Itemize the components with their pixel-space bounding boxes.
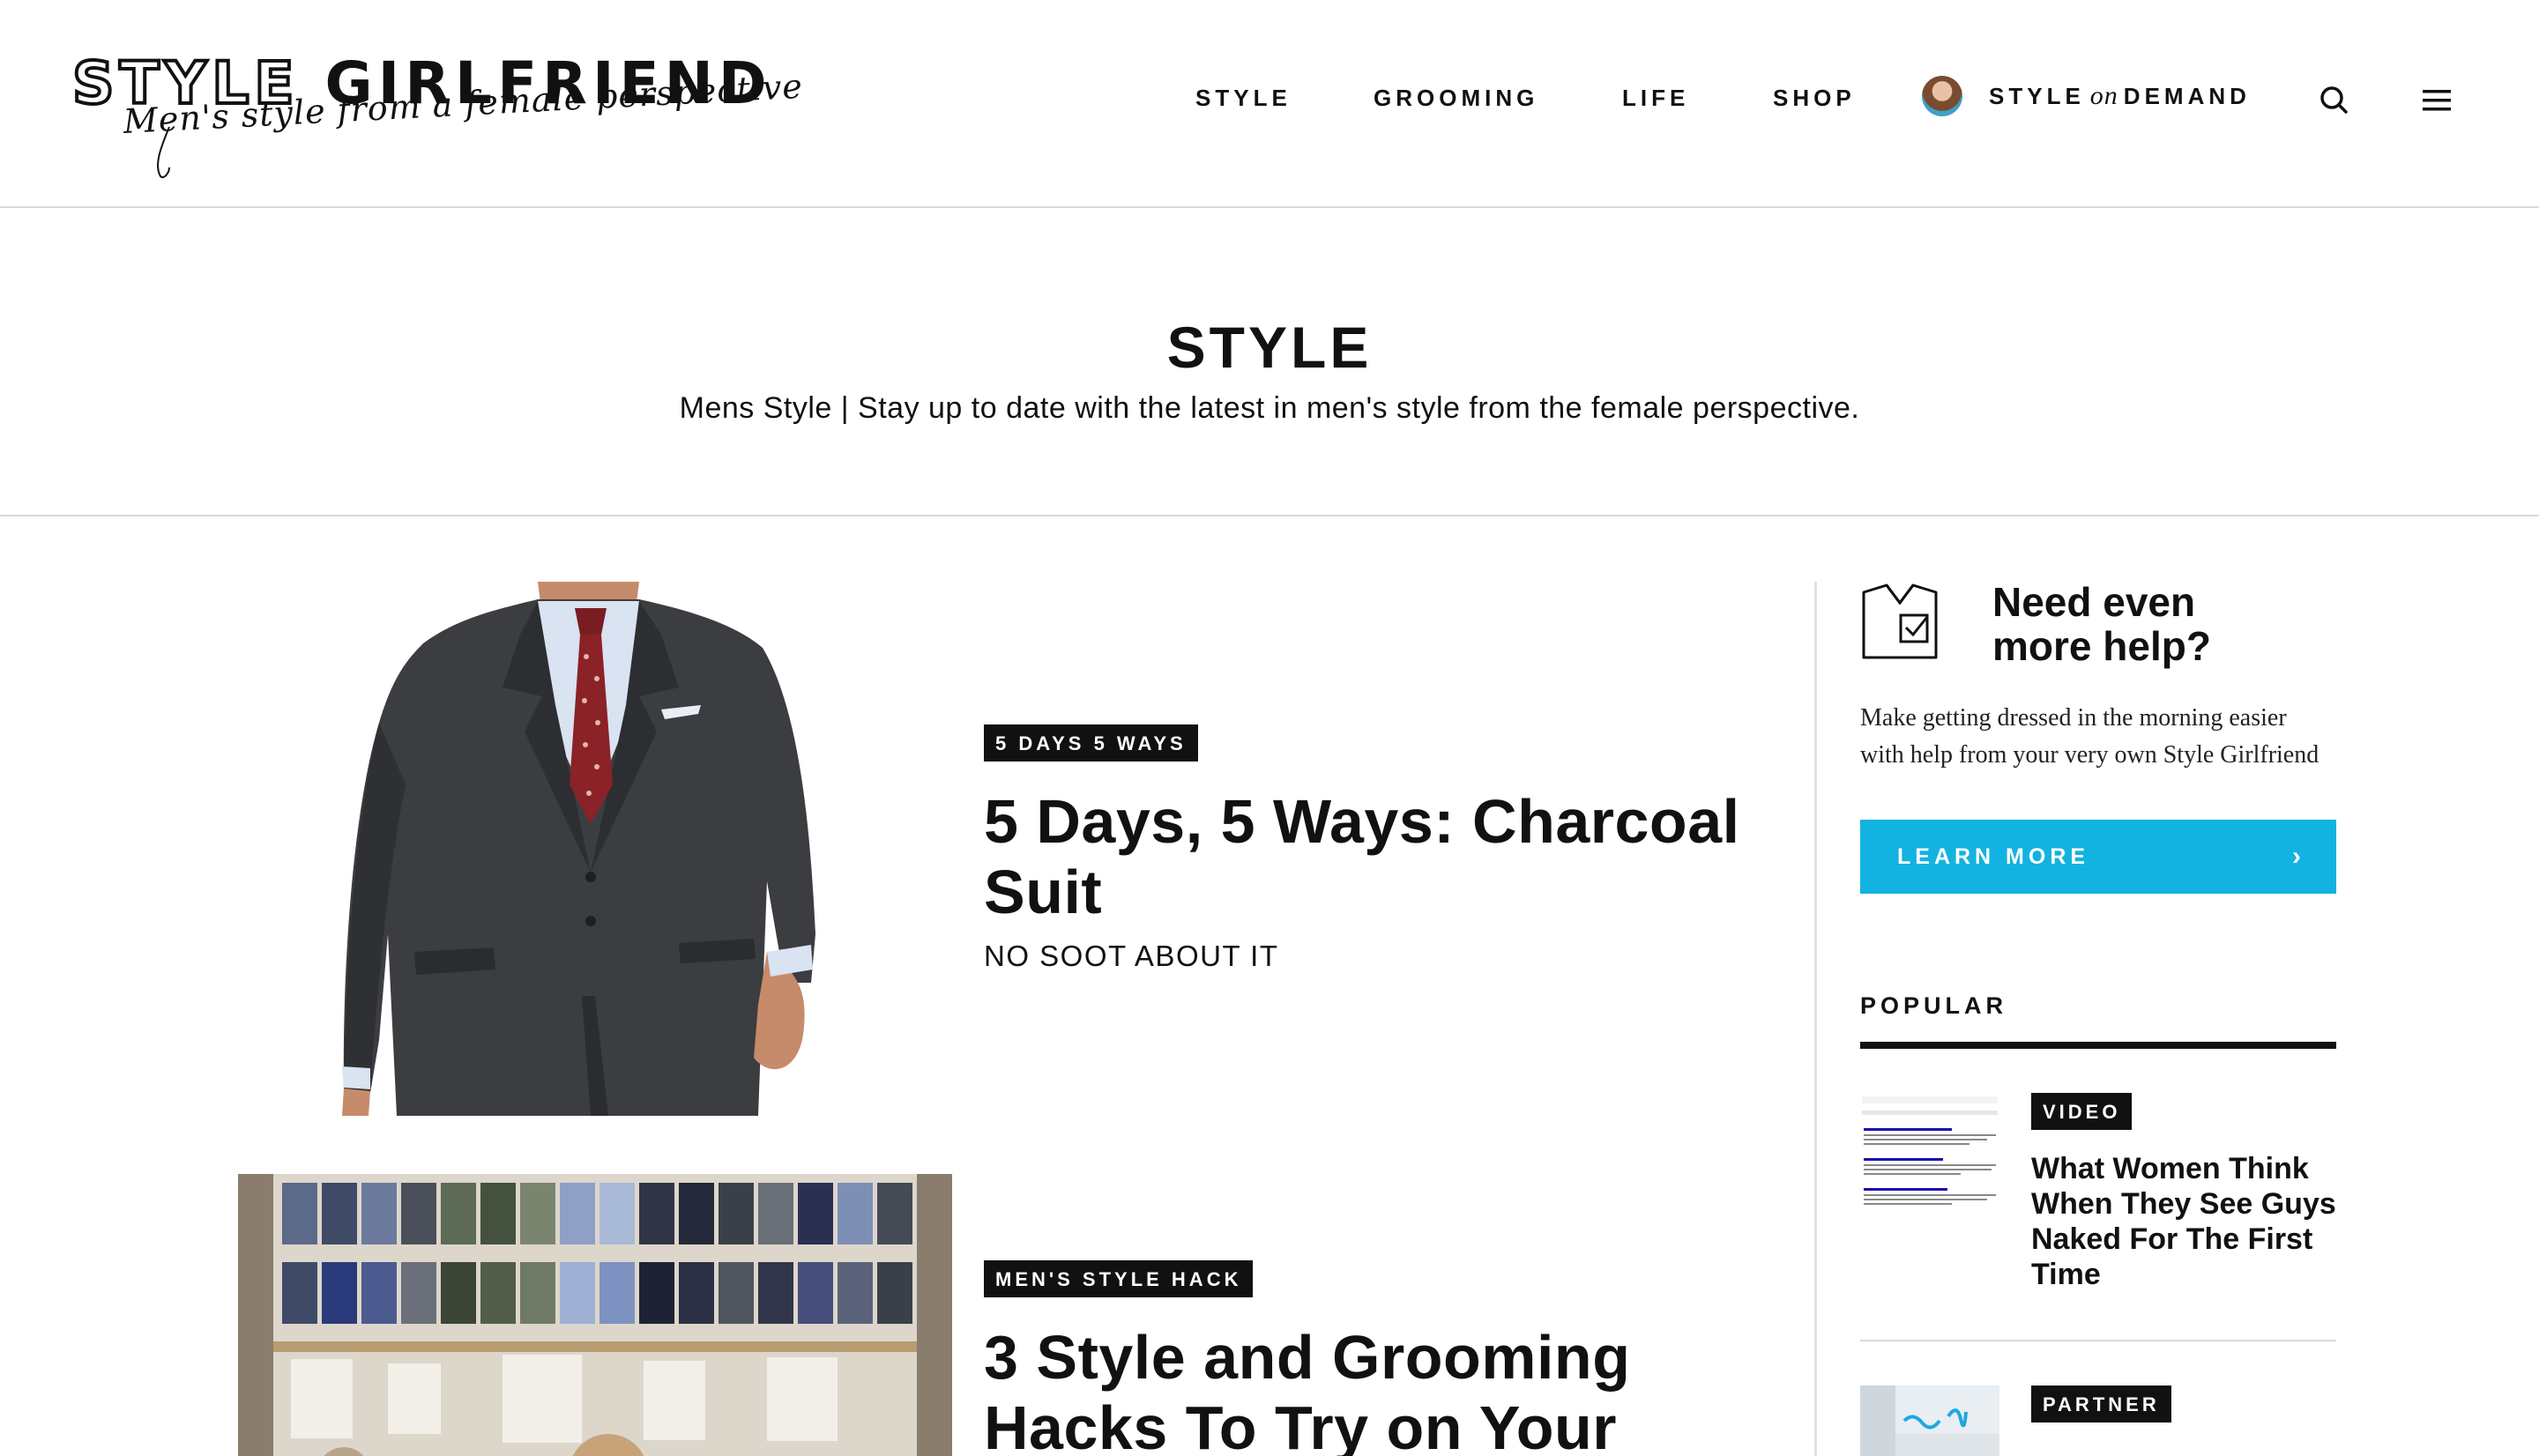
sidebar-divider — [1814, 582, 1817, 1456]
style-on-demand-label: STYLE on DEMAND — [1989, 81, 2251, 111]
partner-thumbnail — [1860, 1385, 1999, 1456]
popular-title[interactable]: What Women Think When They See Guys Nake… — [2031, 1151, 2340, 1292]
logo-swash-icon — [157, 126, 170, 178]
sod-word-on: on — [2089, 81, 2118, 110]
popular-separator — [1860, 1340, 2336, 1341]
shirt-checklist-icon — [1862, 583, 1938, 659]
site-logo[interactable]: STYLE GIRLFRIEND Men's style from a fema… — [71, 53, 804, 187]
article-card[interactable]: 5 DAYS 5 WAYS 5 Days, 5 Ways: Charcoal S… — [238, 582, 1790, 1119]
popular-body: VIDEO What Women Think When They See Guy… — [2031, 1093, 2340, 1292]
learn-more-label: LEARN MORE — [1897, 843, 2090, 869]
article-card[interactable]: MEN'S STYLE HACK 3 Style and Grooming Ha… — [238, 1174, 1790, 1456]
popular-item[interactable]: PARTNER — [1860, 1385, 2336, 1456]
article-title[interactable]: 3 Style and Grooming Hacks To Try on You… — [984, 1322, 1654, 1456]
article-image-charcoal-suit[interactable] — [238, 582, 952, 1116]
article-tag[interactable]: 5 DAYS 5 WAYS — [984, 724, 1198, 761]
article-title[interactable]: 5 Days, 5 Ways: Charcoal Suit — [984, 786, 1777, 927]
article-body: MEN'S STYLE HACK 3 Style and Grooming Ha… — [984, 1260, 1654, 1456]
nav-grooming[interactable]: GROOMING — [1374, 85, 1538, 112]
nav-shop[interactable]: SHOP — [1773, 85, 1856, 112]
chevron-right-icon: › — [2292, 842, 2301, 871]
category-header: STYLE Mens Style | Stay up to date with … — [0, 210, 2539, 516]
sod-word-demand: DEMAND — [2123, 83, 2251, 109]
nav-style[interactable]: STYLE — [1195, 85, 1292, 112]
popular-thumbnail[interactable] — [1860, 1093, 1999, 1225]
article-tag[interactable]: MEN'S STYLE HACK — [984, 1260, 1254, 1297]
popular-thumbnail[interactable] — [1860, 1385, 1999, 1456]
nav-life[interactable]: LIFE — [1622, 85, 1689, 112]
site-header: STYLE GIRLFRIEND Men's style from a fema… — [0, 0, 2539, 208]
popular-item[interactable]: VIDEO What Women Think When They See Guy… — [1860, 1093, 2336, 1304]
sod-word-style: STYLE — [1989, 83, 2085, 109]
charcoal-suit-image — [238, 582, 952, 1116]
category-title: STYLE — [1166, 315, 1373, 380]
store-shelves-image — [238, 1174, 952, 1456]
search-icon — [2320, 86, 2348, 114]
article-body: 5 DAYS 5 WAYS 5 Days, 5 Ways: Charcoal S… — [984, 724, 1777, 973]
help-text: Make getting dressed in the morning easi… — [1860, 704, 2319, 769]
popular-rule — [1860, 1042, 2336, 1049]
nav-style-on-demand[interactable]: STYLE on DEMAND — [1922, 76, 2251, 116]
stylist-avatar — [1922, 76, 1962, 116]
article-image-store-shelves[interactable] — [238, 1174, 952, 1456]
popular-tag[interactable]: PARTNER — [2031, 1385, 2171, 1423]
popular-body: PARTNER — [2031, 1385, 2340, 1444]
popular-tag[interactable]: VIDEO — [2031, 1093, 2133, 1130]
menu-button[interactable] — [2419, 85, 2454, 116]
hamburger-menu-icon — [2423, 90, 2451, 111]
category-description: Mens Style | Stay up to date with the la… — [679, 391, 1860, 425]
help-title: Need even more help? — [1992, 579, 2211, 669]
search-results-thumbnail — [1860, 1093, 1999, 1225]
popular-heading: POPULAR — [1860, 992, 2008, 1019]
search-button[interactable] — [2317, 83, 2352, 118]
learn-more-button[interactable]: LEARN MORE › — [1860, 820, 2336, 894]
article-subtitle: NO SOOT ABOUT IT — [984, 940, 1279, 972]
